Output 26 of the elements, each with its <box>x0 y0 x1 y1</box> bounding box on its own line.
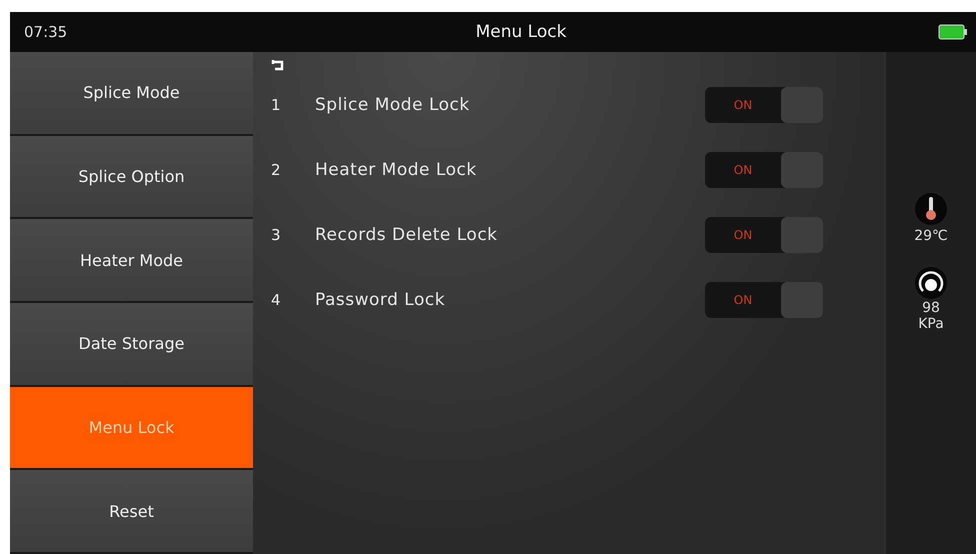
sidebar-item[interactable]: Splice Option <box>10 136 253 220</box>
item-number: 1 <box>271 96 282 114</box>
toggle-switch[interactable]: ON <box>705 282 823 318</box>
toggle-switch[interactable]: ON <box>705 216 823 252</box>
setting-label: Splice Mode Lock <box>315 94 471 114</box>
temperature-reading: 29℃ <box>914 228 948 244</box>
gauge-icon <box>914 266 948 300</box>
sidebar-item[interactable]: Splice Mode <box>10 52 253 136</box>
toggle-switch[interactable]: ON <box>705 152 823 188</box>
pressure-unit: KPa <box>918 316 944 332</box>
sidebar-item[interactable]: Date Storage <box>10 303 253 387</box>
battery-icon <box>938 24 968 40</box>
sidebar-item[interactable]: Heater Mode <box>10 219 253 304</box>
sidebar-item[interactable]: Reset <box>10 470 253 554</box>
pressure-value: 98 <box>922 300 940 316</box>
toggle-switch[interactable]: ON <box>705 86 823 122</box>
screen-title: Menu Lock <box>474 22 568 42</box>
setting-label: Heater Mode Lock <box>315 160 478 180</box>
back-icon[interactable] <box>271 58 285 72</box>
setting-label: Password Lock <box>315 290 446 310</box>
item-number: 2 <box>271 160 282 178</box>
clock-time: 07:35 <box>24 23 68 41</box>
thermometer-icon <box>914 192 948 226</box>
item-number: 3 <box>271 226 282 244</box>
setting-label: Records Delete Lock <box>315 224 499 244</box>
item-number: 4 <box>271 290 282 308</box>
